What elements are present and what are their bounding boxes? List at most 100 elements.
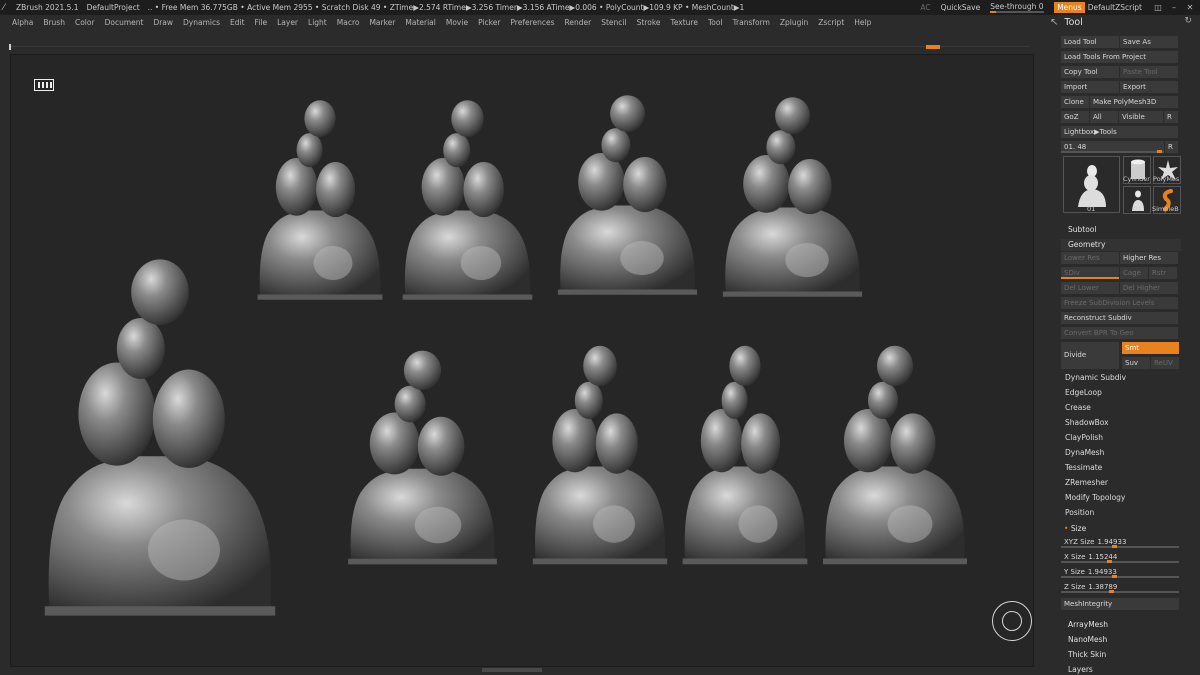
menu-document[interactable]: Document [105, 18, 144, 27]
menu-stencil[interactable]: Stencil [601, 18, 626, 27]
goz-r-button[interactable]: R [1164, 111, 1178, 123]
z-size-slider[interactable]: Z Size 1.38789 [1061, 581, 1179, 593]
freeze-subdivision-levels-button[interactable]: Freeze SubDivision Levels [1061, 297, 1178, 309]
reconstruct-subdiv-button[interactable]: Reconstruct Subdiv [1061, 312, 1178, 324]
xyz-size-slider[interactable]: XYZ Size 1.94933 [1061, 536, 1179, 548]
make-polymesh3d-button[interactable]: Make PolyMesh3D [1090, 96, 1178, 108]
load-tools-from-project-button[interactable]: Load Tools From Project [1061, 51, 1178, 63]
tool-slider[interactable]: 01. 48 [1061, 141, 1164, 153]
goz-all-button[interactable]: All [1090, 111, 1118, 123]
menu-transform[interactable]: Transform [733, 18, 770, 27]
refresh-icon[interactable]: ↻ [1184, 16, 1192, 26]
geometry-item-tessimate[interactable]: Tessimate [1061, 462, 1179, 474]
sdiv-slider[interactable]: SDiv [1061, 267, 1119, 279]
convert-bpr-to-geo-button[interactable]: Convert BPR To Geo [1061, 327, 1178, 339]
import-button[interactable]: Import [1061, 81, 1119, 93]
menu-edit[interactable]: Edit [230, 18, 245, 27]
sculpt-model-6 [345, 345, 500, 570]
x-size-slider[interactable]: X Size 1.15244 [1061, 551, 1179, 563]
cage-button[interactable]: Cage [1120, 267, 1148, 279]
paste-tool-button[interactable]: Paste Tool [1120, 66, 1178, 78]
lower-res-button[interactable]: Lower Res [1061, 252, 1119, 264]
y-size-slider[interactable]: Y Size 1.94933 [1061, 566, 1179, 578]
tool-slider-value: 01. 48 [1064, 143, 1087, 151]
goz-visible-button[interactable]: Visible [1119, 111, 1163, 123]
quicksave-button[interactable]: QuickSave [941, 3, 981, 12]
geometry-item-crease[interactable]: Crease [1061, 402, 1179, 414]
status-readout: .. • Free Mem 36.775GB • Active Mem 2955… [147, 3, 745, 12]
menus-button[interactable]: Menus [1054, 2, 1085, 13]
geometry-item-dynamesh[interactable]: DynaMesh [1061, 447, 1179, 459]
goz-button[interactable]: GoZ [1061, 111, 1089, 123]
higher-res-button[interactable]: Higher Res [1120, 252, 1178, 264]
menu-stroke[interactable]: Stroke [637, 18, 661, 27]
geometry-item-zremesher[interactable]: ZRemesher [1061, 477, 1179, 489]
default-zscript-button[interactable]: DefaultZScript [1088, 3, 1142, 12]
subtool-section[interactable]: Subtool [1061, 224, 1181, 236]
sculpt-model-4 [555, 90, 700, 300]
x-size-label: X Size [1064, 553, 1086, 561]
load-tool-button[interactable]: Load Tool [1061, 36, 1119, 48]
menu-dynamics[interactable]: Dynamics [183, 18, 220, 27]
menu-picker[interactable]: Picker [478, 18, 500, 27]
tool-icon: ↖ [1050, 17, 1059, 28]
geometry-item-shadowbox[interactable]: ShadowBox [1061, 417, 1179, 429]
export-button[interactable]: Export [1120, 81, 1178, 93]
divide-button[interactable]: Divide [1061, 342, 1119, 369]
gyro-icon[interactable] [992, 601, 1032, 641]
menu-draw[interactable]: Draw [153, 18, 173, 27]
clone-button[interactable]: Clone [1061, 96, 1089, 108]
lightbox-tools-button[interactable]: Lightbox▶Tools [1061, 126, 1178, 138]
geometry-item-edgeloop[interactable]: EdgeLoop [1061, 387, 1179, 399]
menu-zplugin[interactable]: Zplugin [780, 18, 808, 27]
save-as-button[interactable]: Save As [1120, 36, 1178, 48]
copy-tool-button[interactable]: Copy Tool [1061, 66, 1119, 78]
ac-toggle[interactable]: AC [920, 3, 930, 12]
tool-palette-title[interactable]: ↖ Tool [1050, 15, 1083, 30]
menu-preferences[interactable]: Preferences [510, 18, 554, 27]
subpalette-arraymesh[interactable]: ArrayMesh [1061, 619, 1179, 631]
subpalette-nanomesh[interactable]: NanoMesh [1061, 634, 1179, 646]
size-section[interactable]: • Size [1061, 523, 1181, 535]
menu-help[interactable]: Help [854, 18, 871, 27]
minimize-icon[interactable]: – [1168, 2, 1180, 14]
layout-icon[interactable]: ◫ [1152, 2, 1164, 14]
tool-slider-r-button[interactable]: R [1165, 141, 1178, 153]
perspective-grid-icon[interactable] [34, 79, 54, 91]
menu-movie[interactable]: Movie [446, 18, 468, 27]
smt-toggle[interactable]: Smt [1122, 342, 1179, 354]
menu-material[interactable]: Material [405, 18, 435, 27]
subpalette-layers[interactable]: Layers [1061, 664, 1179, 675]
menu-color[interactable]: Color [75, 18, 95, 27]
mesh-integrity-button[interactable]: MeshIntegrity [1061, 598, 1179, 610]
shelf-orange-marker[interactable] [926, 45, 940, 49]
menu-alpha[interactable]: Alpha [12, 18, 33, 27]
menu-light[interactable]: Light [308, 18, 327, 27]
sculpt-model-5 [720, 92, 865, 302]
geometry-item-dynamic-subdiv[interactable]: Dynamic Subdiv [1061, 372, 1179, 384]
suv-toggle[interactable]: Suv [1122, 357, 1150, 369]
right-tray: ↖ Tool ↻ Load Tool Save As Load Tools Fr… [1040, 15, 1200, 675]
menu-texture[interactable]: Texture [671, 18, 698, 27]
geometry-item-modify-topology[interactable]: Modify Topology [1061, 492, 1179, 504]
del-lower-button[interactable]: Del Lower [1061, 282, 1119, 294]
menu-file[interactable]: File [255, 18, 268, 27]
close-icon[interactable]: ✕ [1184, 2, 1196, 14]
menu-macro[interactable]: Macro [337, 18, 360, 27]
menu-render[interactable]: Render [565, 18, 592, 27]
menu-tool[interactable]: Tool [708, 18, 723, 27]
reuv-toggle[interactable]: ReUV [1151, 357, 1179, 369]
menu-marker[interactable]: Marker [369, 18, 395, 27]
canvas-bottom-handle[interactable] [482, 668, 542, 672]
rstr-button[interactable]: Rstr [1149, 267, 1177, 279]
menu-layer[interactable]: Layer [277, 18, 298, 27]
geometry-item-position[interactable]: Position [1061, 507, 1179, 519]
menu-brush[interactable]: Brush [43, 18, 65, 27]
size-section-label: Size [1070, 524, 1087, 533]
del-higher-button[interactable]: Del Higher [1120, 282, 1178, 294]
geometry-section[interactable]: Geometry [1061, 239, 1181, 251]
menu-zscript[interactable]: Zscript [818, 18, 844, 27]
see-through-slider[interactable]: See-through 0 [990, 2, 1045, 13]
geometry-item-claypolish[interactable]: ClayPolish [1061, 432, 1179, 444]
subpalette-thick-skin[interactable]: Thick Skin [1061, 649, 1179, 661]
